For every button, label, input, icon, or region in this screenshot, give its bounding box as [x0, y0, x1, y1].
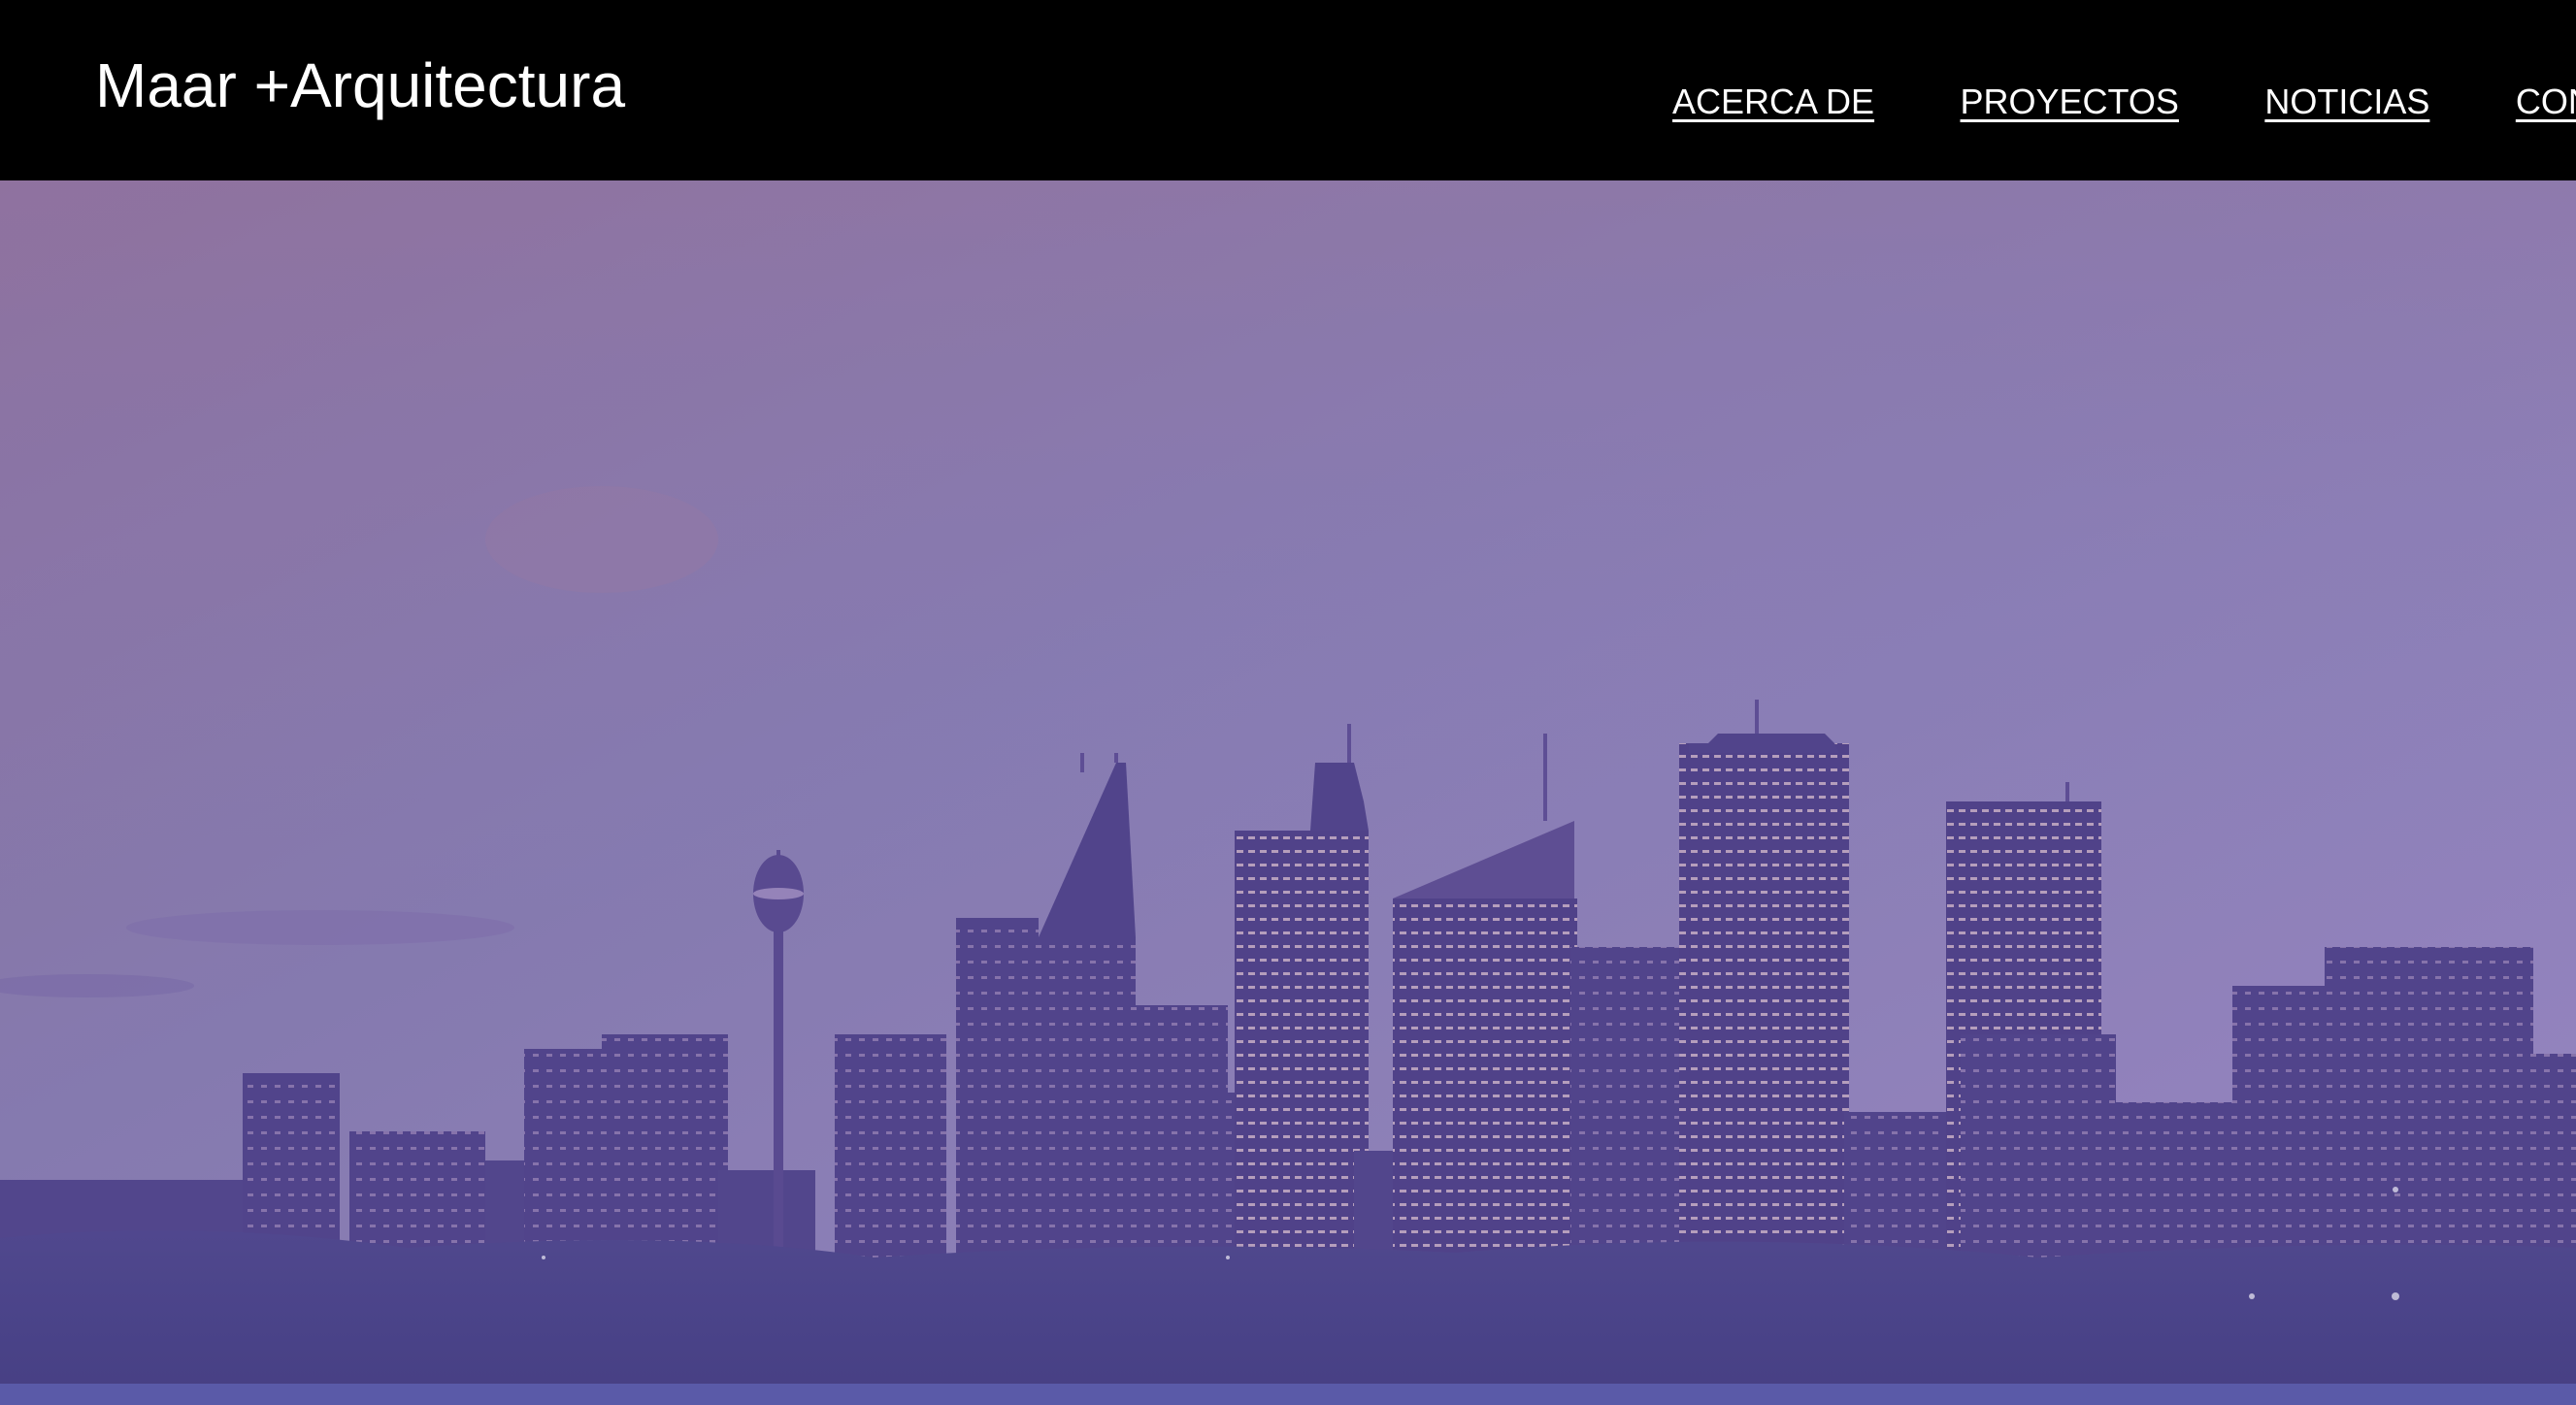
- nav-link-acerca-de[interactable]: ACERCA DE: [1672, 81, 1874, 123]
- main-nav: ACERCA DE PROYECTOS NOTICIAS CONTACTO: [1672, 81, 2576, 129]
- nav-link-proyectos[interactable]: PROYECTOS: [1961, 81, 2179, 123]
- hero-overlay: [0, 180, 2576, 1405]
- nav-link-noticias[interactable]: NOTICIAS: [2264, 81, 2429, 123]
- city-skyline-image: [0, 180, 2576, 1405]
- nav-link-contacto[interactable]: CONTACTO: [2516, 81, 2576, 123]
- site-logo-text[interactable]: Maar +Arquitectura: [95, 50, 625, 120]
- site-header: Maar +Arquitectura ACERCA DE PROYECTOS N…: [0, 0, 2576, 180]
- hero-banner: [0, 180, 2576, 1405]
